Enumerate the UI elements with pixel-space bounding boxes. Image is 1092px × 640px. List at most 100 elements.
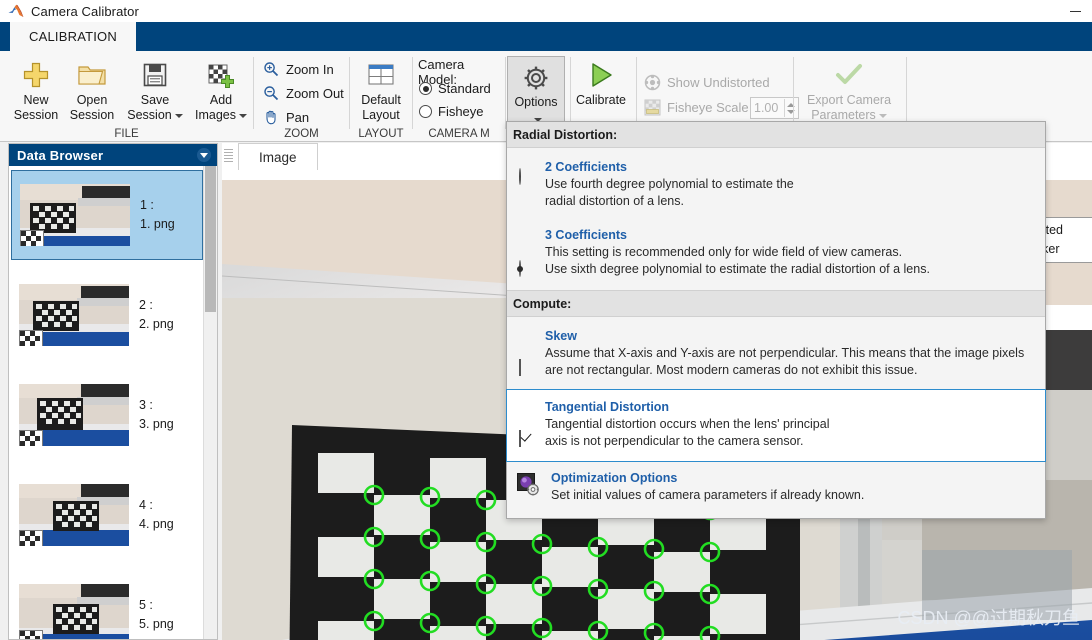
fisheye-scale-value: 1.00: [754, 101, 779, 115]
save-session-button[interactable]: Save Session: [124, 57, 186, 123]
title-bar: Camera Calibrator: [0, 0, 1092, 23]
list-item[interactable]: 4 : 4. png: [11, 470, 203, 560]
ribbon-tab-strip: CALIBRATION: [0, 22, 1092, 51]
add-images-dropdown-caret[interactable]: [239, 113, 247, 118]
open-session-label-1: Open: [76, 93, 108, 107]
minimize-button[interactable]: [1058, 0, 1092, 22]
checkbox-tangential-distortion[interactable]: [519, 430, 521, 447]
export-camera-parameters-button: Export Camera Parameters: [796, 57, 902, 123]
show-undistorted-button: Show Undistorted: [643, 71, 770, 93]
optimization-options-icon: [517, 473, 541, 500]
data-browser-scrollbar[interactable]: [203, 166, 217, 639]
zoom-in-button[interactable]: Zoom In: [262, 58, 334, 80]
thumbnail: [19, 284, 129, 346]
radio-fisheye-indicator: [419, 105, 432, 118]
list-item[interactable]: 5 : 5. png: [11, 570, 203, 639]
pan-button[interactable]: Pan: [262, 106, 309, 128]
image-list[interactable]: 1 : 1. png 2: 2. png 3: 3. png 4: 4. …: [9, 166, 217, 639]
default-layout-button[interactable]: Default Layout: [353, 57, 409, 123]
option-optimization-options-title: Optimization Options: [551, 471, 678, 485]
new-session-icon: [8, 57, 64, 93]
ribbon-group-label-camera-model: CAMERA M: [428, 128, 490, 140]
default-layout-label-1: Default: [361, 93, 401, 107]
radio-standard[interactable]: Standard: [419, 81, 491, 96]
add-images-label-2: Images: [190, 108, 252, 123]
option-tangential-distortion[interactable]: Tangential Distortion Tangential distort…: [506, 389, 1046, 462]
fisheye-scale-icon: [643, 98, 661, 116]
radio-fisheye[interactable]: Fisheye: [419, 104, 484, 119]
option-skew-title: Skew: [545, 329, 577, 343]
tab-image[interactable]: Image: [238, 143, 318, 170]
calibrate-button[interactable]: Calibrate: [572, 57, 630, 108]
show-undistorted-label: Show Undistorted: [667, 74, 770, 90]
zoom-out-label: Zoom Out: [286, 85, 344, 101]
thumbnail: [19, 584, 129, 639]
scrollbar-thumb[interactable]: [205, 166, 216, 312]
ribbon-group-file: New Session Open Session Save Session Ad…: [0, 51, 253, 141]
option-three-coefficients-desc-1: This setting is recommended only for wid…: [545, 245, 903, 259]
list-item-filename: 5. png: [139, 617, 174, 631]
checkerboard-badge-icon: [19, 430, 43, 446]
option-optimization-options[interactable]: Optimization Options Set initial values …: [507, 462, 1045, 512]
data-browser-panel: Data Browser 1: 1. png 2: 2. png 3: 3…: [8, 143, 218, 640]
add-images-icon: [190, 57, 252, 93]
ribbon-group-camera-model: Camera Model: Standard Fisheye CAMERA M: [413, 51, 505, 141]
open-session-button[interactable]: Open Session: [64, 57, 120, 123]
ribbon-separator-8: [906, 57, 907, 129]
fisheye-scale-stepper: 1.00: [750, 97, 799, 119]
save-session-dropdown-caret[interactable]: [174, 113, 183, 118]
data-browser-header: Data Browser: [9, 144, 217, 166]
option-skew[interactable]: Skew Assume that X-axis and Y-axis are n…: [507, 317, 1045, 389]
new-session-button[interactable]: New Session: [8, 57, 64, 123]
list-item-filename: 2. png: [139, 317, 174, 331]
section-header-radial-distortion: Radial Distortion:: [507, 122, 1045, 148]
zoom-in-icon: [262, 60, 280, 78]
ribbon-separator-7: [793, 57, 794, 129]
list-item[interactable]: 3 : 3. png: [11, 370, 203, 460]
chevron-down-icon[interactable]: [197, 148, 211, 162]
checkbox-skew[interactable]: [519, 359, 521, 376]
save-session-label-1: Save: [140, 93, 170, 107]
option-skew-desc-2: are not rectangular. Most modern cameras…: [545, 363, 918, 377]
zoom-out-icon: [262, 84, 280, 102]
default-layout-label-2: Layout: [362, 108, 400, 122]
options-button-label: Options: [514, 95, 558, 109]
new-session-label-1: New: [23, 93, 49, 107]
list-item[interactable]: 2 : 2. png: [11, 270, 203, 360]
tab-calibration[interactable]: CALIBRATION: [10, 22, 136, 51]
panel-drag-grip[interactable]: [224, 147, 233, 165]
radio-three-coefficients[interactable]: [519, 260, 521, 277]
zoom-out-button[interactable]: Zoom Out: [262, 82, 344, 104]
checkmark-icon: [796, 57, 902, 93]
default-layout-icon: [353, 57, 409, 93]
option-two-coefficients[interactable]: 2 Coefficients Use fourth degree polynom…: [507, 148, 1045, 218]
option-two-coefficients-title: 2 Coefficients: [545, 160, 627, 174]
list-item-index: 3 :: [139, 398, 153, 412]
fisheye-scale-label: Fisheye Scale: [667, 99, 749, 115]
list-item-index: 1 :: [140, 198, 154, 212]
window-controls: [1058, 0, 1092, 22]
show-undistorted-icon: [643, 73, 661, 91]
add-images-label-1: Add: [209, 93, 233, 107]
pan-hand-icon: [262, 108, 280, 126]
option-three-coefficients[interactable]: 3 Coefficients This setting is recommend…: [507, 218, 1045, 290]
data-browser-title: Data Browser: [17, 147, 104, 163]
camera-calibrator-window: Camera Calibrator CALIBRATION New Sessio…: [0, 0, 1092, 640]
watermark: CSDN @@过期秋刀鱼: [897, 608, 1080, 628]
ribbon-group-label-layout: LAYOUT: [358, 128, 404, 140]
stepper-up-arrow: [787, 102, 796, 107]
list-item-filename: 1. png: [140, 217, 175, 231]
save-session-label-2: Session: [124, 108, 186, 123]
ribbon-group-layout: Default Layout LAYOUT: [350, 51, 412, 141]
ribbon-group-label-zoom: ZOOM: [284, 128, 319, 140]
option-tangential-distortion-title: Tangential Distortion: [545, 400, 670, 414]
stepper-down-arrow: [787, 109, 796, 114]
checkerboard-badge-icon: [19, 330, 43, 346]
add-images-button[interactable]: Add Images: [190, 57, 252, 123]
radio-three-coefficients-indicator: [519, 260, 521, 277]
radio-standard-label: Standard: [438, 81, 491, 96]
list-item[interactable]: 1 : 1. png: [11, 170, 203, 260]
matlab-logo-icon: [8, 4, 24, 18]
play-triangle-icon: [572, 57, 630, 93]
radio-two-coefficients[interactable]: [519, 168, 521, 185]
